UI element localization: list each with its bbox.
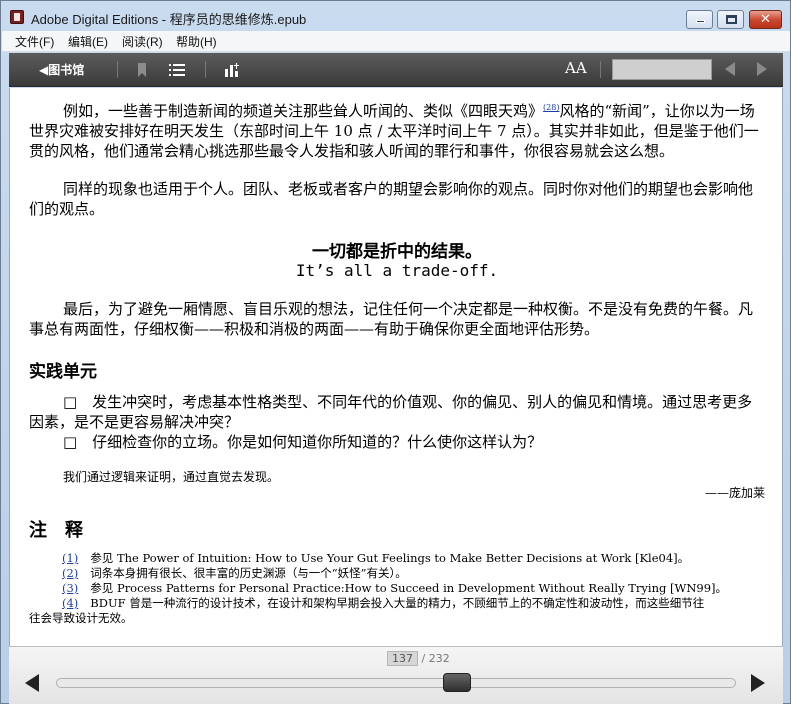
footnote-link[interactable]: (28) bbox=[543, 103, 559, 112]
current-page[interactable]: 137 bbox=[387, 651, 418, 666]
paragraph: 例如，一些善于制造新闻的频道关注那些耸人听闻的、类似《四眼天鸡》(28)风格的“… bbox=[29, 102, 759, 160]
note-item: (3) 参见 Process Patterns for Personal Prac… bbox=[62, 581, 728, 595]
note-link[interactable]: (4) bbox=[62, 596, 78, 610]
font-size-button[interactable]: AA bbox=[565, 59, 587, 77]
toolbar-divider bbox=[205, 61, 206, 78]
menu-read[interactable]: 阅读(R) bbox=[122, 33, 163, 50]
prev-icon[interactable] bbox=[725, 62, 735, 76]
chart-icon[interactable] bbox=[223, 61, 241, 79]
note-continuation: 往会导致设计无效。 bbox=[29, 611, 133, 625]
section-title: 实践单元 bbox=[29, 362, 97, 382]
window-title: Adobe Digital Editions - 程序员的思维修炼.epub bbox=[31, 12, 307, 27]
close-icon: ✕ bbox=[760, 12, 771, 27]
toolbar-divider bbox=[117, 61, 118, 78]
page-slider-thumb[interactable] bbox=[443, 673, 472, 692]
toolbar-divider bbox=[600, 61, 601, 78]
reading-pane: 例如，一些善于制造新闻的频道关注那些耸人听闻的、类似《四眼天鸡》(28)风格的“… bbox=[9, 88, 783, 646]
maximize-icon bbox=[726, 15, 737, 24]
highlight-chinese: 一切都是折中的结果。 bbox=[312, 242, 482, 262]
quote-text: 我们通过逻辑来证明，通过直觉去发现。 bbox=[63, 470, 280, 484]
highlight-english: It’s all a trade-off. bbox=[295, 261, 499, 280]
menu-file[interactable]: 文件(F) bbox=[15, 33, 54, 50]
notes-title: 注 释 bbox=[29, 520, 83, 541]
app-icon bbox=[10, 10, 24, 24]
search-input[interactable] bbox=[612, 59, 712, 80]
note-item: (4) BDUF 曾是一种流行的设计技术，在设计和架构早期会投入大量的精力，不顾细… bbox=[62, 596, 705, 610]
checklist-item: □ 仔细检查你的立场。你是如何知道你所知道的？什么使你这样认为？ bbox=[63, 433, 543, 451]
reader-toolbar: ◀图书馆 AA bbox=[9, 53, 783, 87]
page-slider-track[interactable] bbox=[56, 678, 736, 688]
library-button[interactable]: ◀图书馆 bbox=[39, 61, 84, 78]
next-icon[interactable] bbox=[757, 62, 767, 76]
maximize-button[interactable] bbox=[717, 10, 744, 29]
app-window: Adobe Digital Editions - 程序员的思维修炼.epub ✕… bbox=[0, 0, 791, 704]
paragraph: 同样的现象也适用于个人。团队、老板或者客户的期望会影响你的观点。同时你对他们的期… bbox=[29, 180, 754, 218]
close-button[interactable]: ✕ bbox=[749, 10, 782, 29]
previous-page-icon[interactable] bbox=[25, 674, 39, 692]
minimize-icon bbox=[696, 20, 705, 23]
menu-edit[interactable]: 编辑(E) bbox=[68, 33, 108, 50]
title-bar: Adobe Digital Editions - 程序员的思维修炼.epub ✕ bbox=[1, 1, 790, 31]
list-icon[interactable] bbox=[168, 61, 186, 79]
bookmark-icon[interactable] bbox=[133, 61, 151, 79]
quote-author: ——庞加莱 bbox=[704, 486, 765, 500]
note-item: (2) 词条本身拥有很长、很丰富的历史渊源（与一个“妖怪”有关）。 bbox=[62, 566, 407, 580]
menu-help[interactable]: 帮助(H) bbox=[176, 33, 217, 50]
total-pages: / 232 bbox=[421, 652, 450, 665]
checklist-item: □ 发生冲突时，考虑基本性格类型、不同年代的价值观、你的偏见、别人的偏见和情境。… bbox=[29, 393, 753, 431]
paragraph: 最后，为了避免一厢情愿、盲目乐观的想法，记住任何一个决定都是一种权衡。不是没有免… bbox=[29, 300, 754, 338]
note-item: (1) 参见 The Power of Intuition: How to Use… bbox=[62, 551, 690, 565]
page-counter: 137 / 232 bbox=[387, 651, 450, 666]
note-link[interactable]: (2) bbox=[62, 566, 78, 580]
note-link[interactable]: (1) bbox=[62, 551, 78, 565]
note-link[interactable]: (3) bbox=[62, 581, 78, 595]
minimize-button[interactable] bbox=[686, 10, 713, 29]
page-navigation: 137 / 232 bbox=[9, 646, 783, 704]
menu-bar: 文件(F) 编辑(E) 阅读(R) 帮助(H) bbox=[2, 31, 790, 52]
next-page-icon[interactable] bbox=[751, 674, 765, 692]
